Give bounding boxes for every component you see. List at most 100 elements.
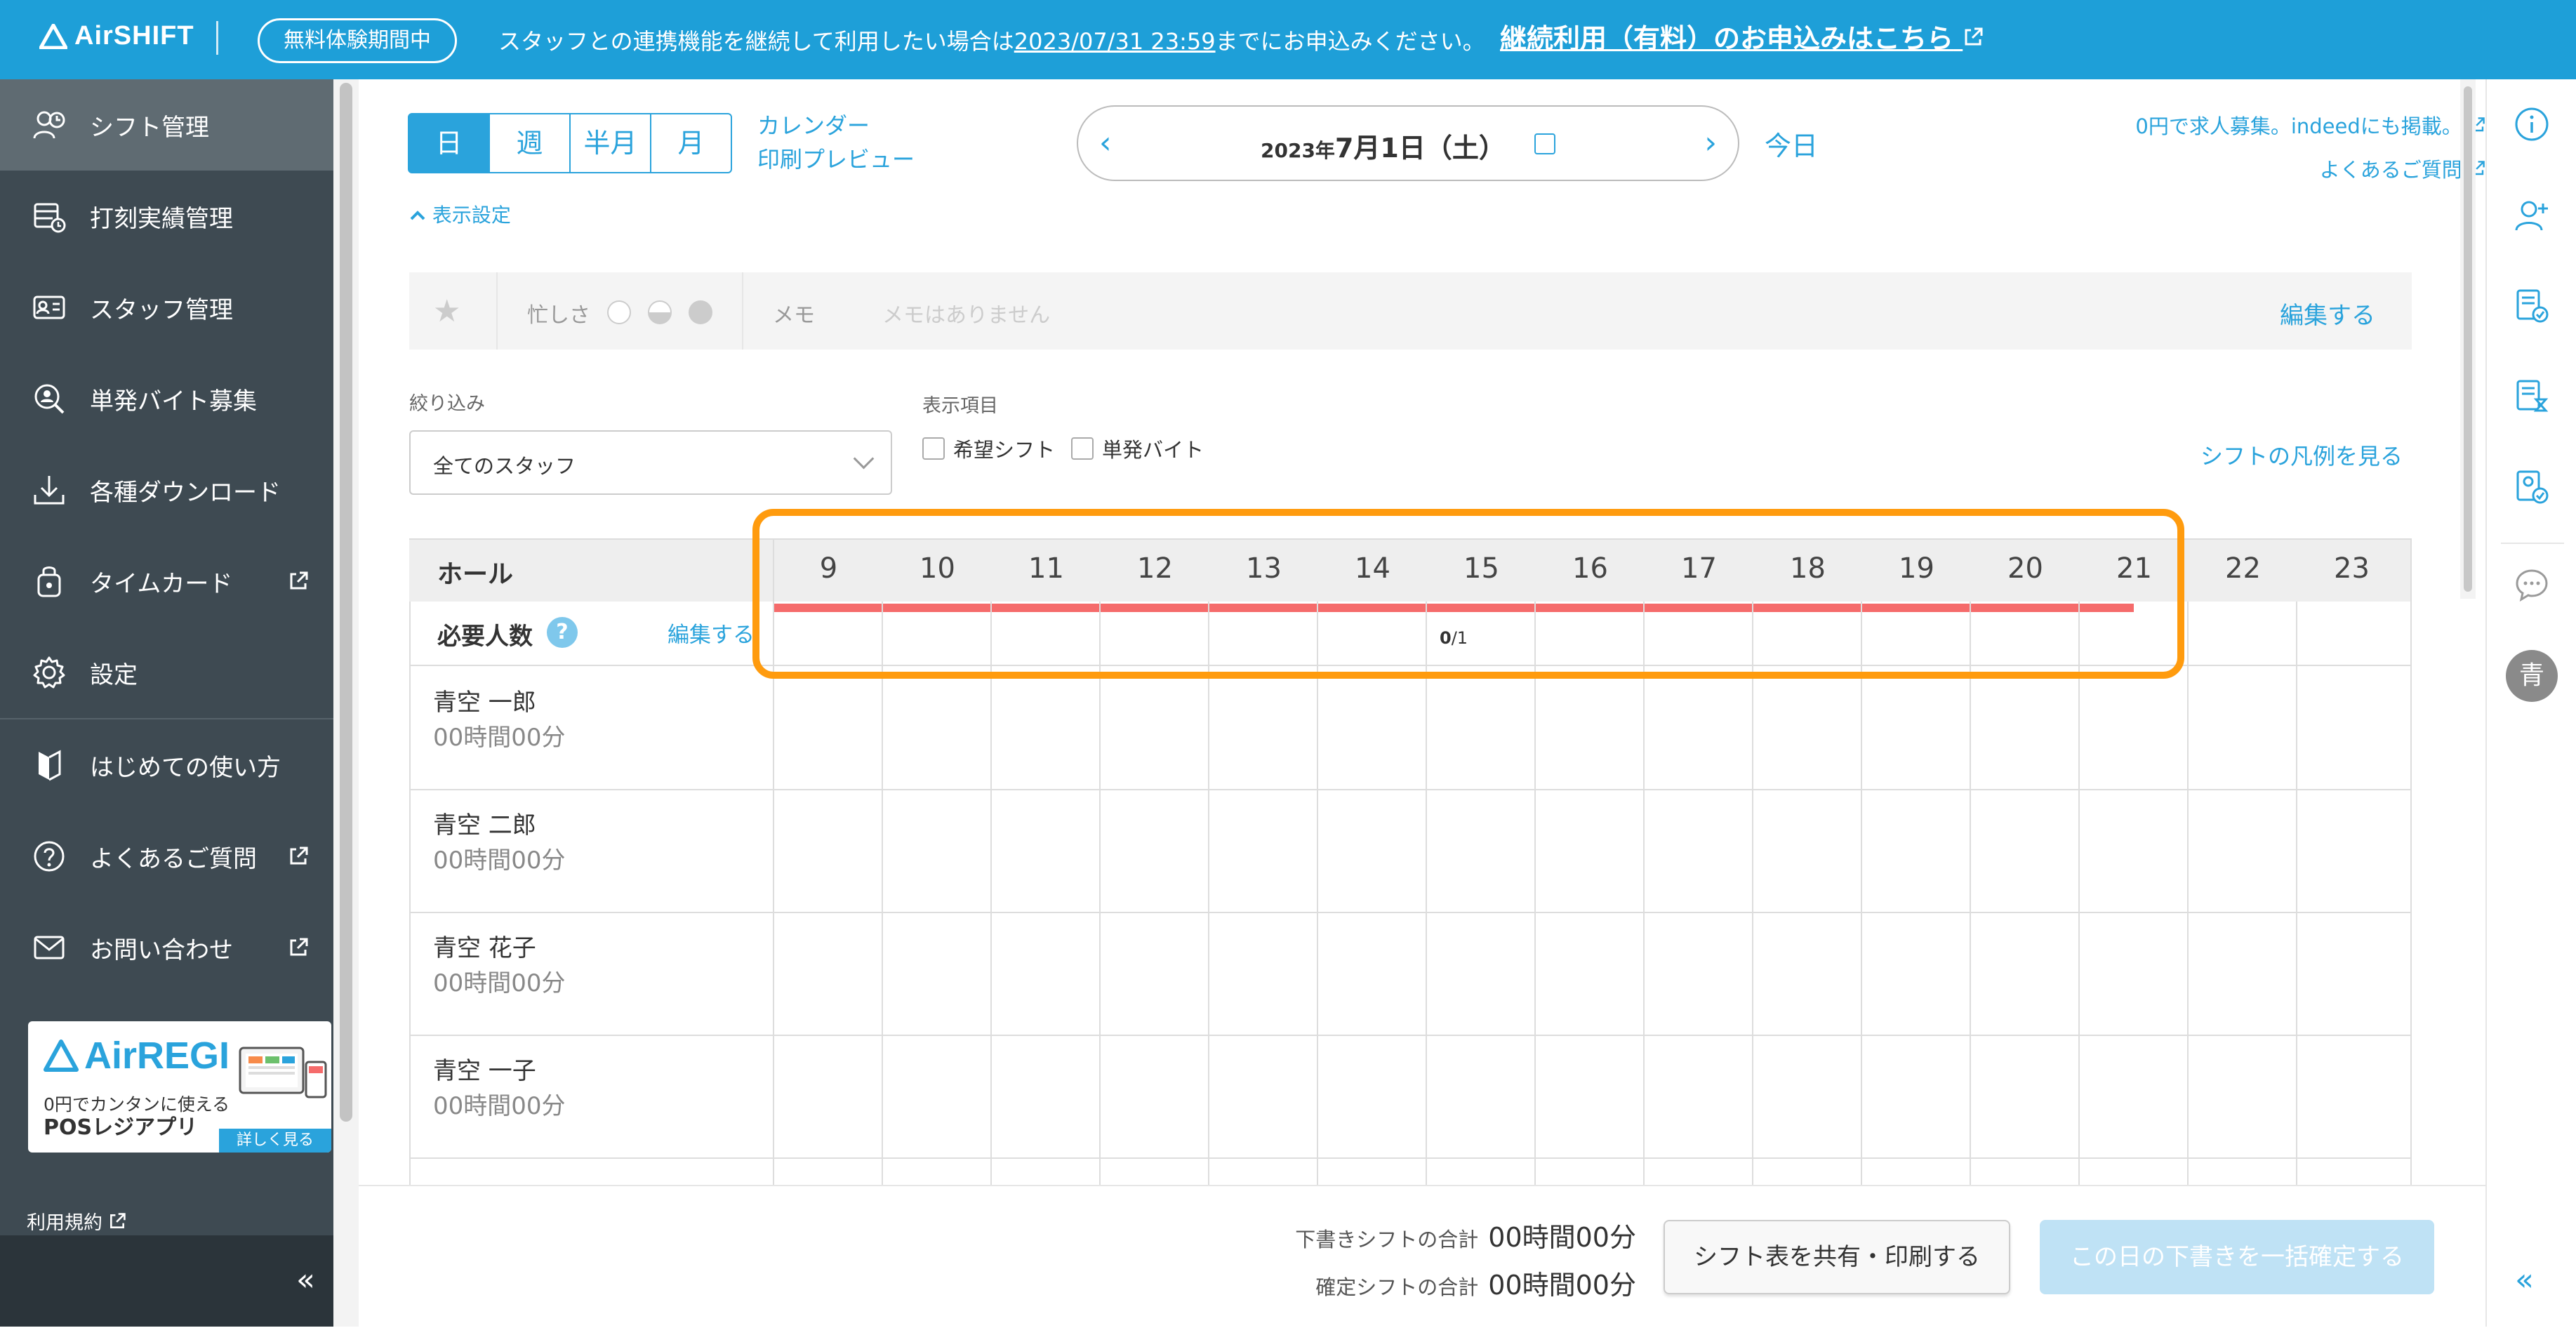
chat-icon[interactable] xyxy=(2511,564,2553,606)
external-link-icon xyxy=(290,571,308,590)
airregi-logo-icon xyxy=(44,1040,79,1072)
current-date[interactable]: 2023年7月1日（土） xyxy=(1261,126,1506,165)
continue-subscription-link[interactable]: 継続利用（有料）のお申込みはこちら xyxy=(1500,17,1984,55)
external-link-icon xyxy=(290,846,308,865)
sidebar-item-label: 打刻実績管理 xyxy=(90,204,233,233)
bulk-confirm-button[interactable]: この日の下書きを一括確定する xyxy=(2040,1220,2434,1294)
hope-shift-label: 希望シフト xyxy=(953,438,1056,462)
memo-divider xyxy=(496,272,498,350)
busy-level-low[interactable] xyxy=(607,300,631,324)
shift-main-panel: 日 週 半月 月 カレンダー 印刷プレビュー ‹ 2023年7月1日（土） › … xyxy=(359,79,2485,1327)
star-icon[interactable]: ★ xyxy=(433,293,460,329)
busy-level-high[interactable] xyxy=(689,300,712,324)
sidebar-item-label: 単発バイト募集 xyxy=(90,387,257,416)
right-toolbar-collapse-button[interactable]: « xyxy=(2515,1262,2534,1298)
grid-line xyxy=(2187,602,2189,1247)
current-date-year: 2023年 xyxy=(1261,139,1335,162)
sidebar-item-getting-started[interactable]: はじめての使い方 xyxy=(0,719,333,811)
job-posting-label: 0円で求人募集。indeedにも掲載。 xyxy=(2135,114,2462,138)
grid-line xyxy=(990,602,992,1247)
next-day-button[interactable]: › xyxy=(1704,125,1717,161)
staff-name[interactable]: 青空 一子 xyxy=(433,1051,536,1086)
staff-name[interactable]: 青空 花子 xyxy=(433,929,536,963)
sidebar-item-label: お問い合わせ xyxy=(90,936,233,964)
trial-deadline: 2023/07/31 23:59 xyxy=(1014,28,1216,55)
main-scrollbar-thumb[interactable] xyxy=(2464,86,2472,592)
grid-line xyxy=(1970,602,1971,1247)
sidebar-item-staff[interactable]: スタッフ管理 xyxy=(0,262,333,353)
sidebar-scrollbar-thumb[interactable] xyxy=(340,83,352,1122)
sidebar-item-faq[interactable]: よくあるご質問 xyxy=(0,811,333,902)
avatar[interactable]: 青 xyxy=(2506,650,2558,702)
required-edit-button[interactable]: 編集する xyxy=(668,617,755,649)
current-date-day: 7月1日（土） xyxy=(1334,133,1506,164)
add-staff-icon[interactable] xyxy=(2511,195,2553,237)
main-scrollbar[interactable] xyxy=(2460,79,2476,599)
sidebar-item-single-job[interactable]: 単発バイト募集 xyxy=(0,353,333,444)
checkbox-box[interactable] xyxy=(1071,437,1094,460)
timecard-icon xyxy=(29,562,69,601)
busy-level-mid[interactable] xyxy=(648,300,672,324)
sidebar-collapse-button[interactable]: « xyxy=(0,1235,333,1327)
sidebar-item-download[interactable]: 各種ダウンロード xyxy=(0,444,333,536)
checkbox-box[interactable] xyxy=(922,437,945,460)
memo-label: メモ xyxy=(773,303,815,328)
tab-month[interactable]: 月 xyxy=(650,113,732,173)
staff-hours: 00時間00分 xyxy=(433,1092,566,1120)
tab-day[interactable]: 日 xyxy=(408,113,490,173)
faq-link[interactable]: よくあるご質問 xyxy=(2135,148,2485,192)
download-icon xyxy=(29,470,69,510)
sidebar-item-timecard[interactable]: タイムカード xyxy=(0,536,333,627)
print-preview-link[interactable]: 印刷プレビュー xyxy=(757,142,915,176)
sidebar-item-timestamp[interactable]: 打刻実績管理 xyxy=(0,171,333,262)
draft-total-value: 00時間00分 xyxy=(1488,1222,1636,1253)
grid-row-line xyxy=(409,1157,2412,1159)
staff-filter-select[interactable]: 全てのスタッフ xyxy=(409,430,892,495)
shift-check-icon[interactable] xyxy=(2511,285,2553,327)
help-links: 0円で求人募集。indeedにも掲載。 よくあるご質問 xyxy=(2135,105,2485,192)
memo-bar: ★ 忙しさ メモ メモはありません 編集する xyxy=(409,272,2412,350)
device-illustration xyxy=(239,1047,327,1098)
help-icon[interactable]: ? xyxy=(547,617,578,648)
sidebar-item-shift[interactable]: シフト管理 xyxy=(0,79,333,171)
display-settings-toggle[interactable]: 表示設定 xyxy=(409,200,511,228)
draft-total-label: 下書きシフトの合計 xyxy=(1295,1228,1479,1251)
app-logo[interactable]: AirSHIFT xyxy=(39,21,194,51)
timecard-check-icon[interactable] xyxy=(2511,466,2553,508)
tab-week[interactable]: 週 xyxy=(489,113,571,173)
memo-divider xyxy=(742,272,743,350)
date-navigator: ‹ 2023年7月1日（土） › xyxy=(1077,105,1739,181)
shift-legend-link[interactable]: シフトの凡例を見る xyxy=(2200,439,2403,471)
terms-link[interactable]: 利用規約 xyxy=(27,1207,126,1235)
staff-name[interactable]: 青空 二郎 xyxy=(433,806,536,840)
info-icon[interactable] xyxy=(2511,103,2553,145)
banner-more-button[interactable]: 詳しく見る xyxy=(219,1129,331,1153)
share-print-button[interactable]: シフト表を共有・印刷する xyxy=(1664,1220,2010,1294)
sidebar-item-label: はじめての使い方 xyxy=(90,753,281,782)
trial-badge: 無料体験期間中 xyxy=(258,18,457,63)
memo-value: メモはありません xyxy=(882,303,1051,328)
tab-half-month[interactable]: 半月 xyxy=(569,113,651,173)
prev-day-button[interactable]: ‹ xyxy=(1099,125,1112,161)
sidebar-item-settings[interactable]: 設定 xyxy=(0,627,333,718)
sidebar-item-contact[interactable]: お問い合わせ xyxy=(0,902,333,993)
staff-hours: 00時間00分 xyxy=(433,724,566,752)
staff-name[interactable]: 青空 一郎 xyxy=(433,683,536,717)
shift-pending-icon[interactable] xyxy=(2511,376,2553,418)
single-job-checkbox[interactable]: 単発バイト xyxy=(1071,434,1204,463)
airregi-ad-banner[interactable]: AirREGI 0円でカンタンに使える POSレジアプリ 詳しく見る xyxy=(28,1021,331,1153)
faq-label: よくあるご質問 xyxy=(2319,158,2462,182)
sidebar-item-label: よくあるご質問 xyxy=(90,844,257,873)
job-posting-link[interactable]: 0円で求人募集。indeedにも掲載。 xyxy=(2135,105,2485,148)
calendar-icon[interactable] xyxy=(1534,133,1555,154)
today-button[interactable]: 今日 xyxy=(1765,124,1818,163)
airshift-logo-icon xyxy=(39,23,67,49)
sidebar-item-label: 各種ダウンロード xyxy=(90,478,281,507)
grid-line xyxy=(1426,602,1427,1247)
calendar-link[interactable]: カレンダー xyxy=(757,109,915,142)
hope-shift-checkbox[interactable]: 希望シフト xyxy=(922,434,1055,463)
airregi-brand-text: AirREGI xyxy=(84,1035,230,1077)
display-settings-label: 表示設定 xyxy=(432,204,511,227)
grid-border xyxy=(2410,538,2412,1247)
memo-edit-button[interactable]: 編集する xyxy=(2280,296,2375,331)
